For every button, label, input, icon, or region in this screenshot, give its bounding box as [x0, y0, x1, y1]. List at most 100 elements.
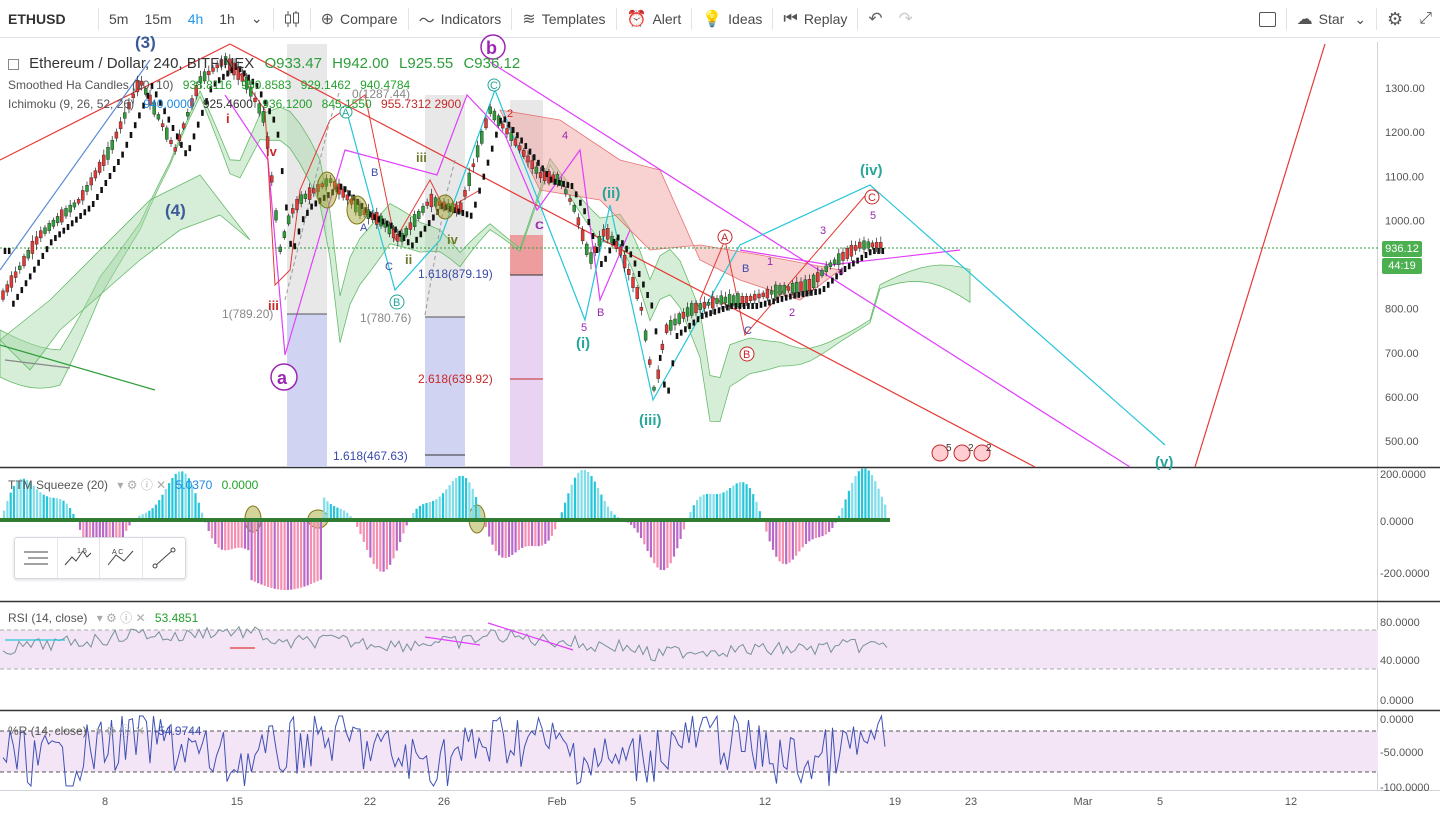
ha-candle — [486, 159, 490, 166]
wr-legend[interactable]: %R (14, close) ▾ ⚙ ⓘ ✕ -54.9744 — [8, 722, 202, 739]
ttm-bar — [745, 484, 748, 520]
time-tick-label: Feb — [548, 796, 567, 808]
candle-body — [681, 311, 686, 319]
ha-candle — [411, 242, 414, 249]
candle-body — [425, 201, 429, 206]
ichimoku-legend[interactable]: Ichimoku (9, 26, 52, 26) 940.0000 925.46… — [8, 97, 461, 111]
ha-candle — [654, 328, 658, 335]
ha-candle — [684, 326, 687, 333]
candle-body — [291, 208, 295, 214]
flag-label: 5 — [946, 443, 952, 454]
ttm-bar — [280, 520, 283, 590]
price-tick-label: 1200.00 — [1385, 127, 1425, 139]
candle-body — [816, 272, 820, 283]
ha-candle — [70, 220, 74, 227]
ttm-bar — [243, 520, 247, 549]
low-value: L925.55 — [399, 55, 454, 72]
ttm-bar — [52, 497, 55, 520]
ha-candle — [646, 292, 649, 298]
candle-body — [648, 359, 652, 365]
ha-candle — [856, 257, 859, 264]
ttm-bar — [534, 520, 537, 547]
candle-body — [55, 216, 60, 224]
time-axis: 8 15 22 26 Feb 5 12 19 23 Mar 5 12 — [102, 796, 1297, 808]
candle-body — [803, 279, 807, 293]
ha-candle — [511, 127, 515, 133]
ttm-bar — [570, 484, 573, 520]
candle-body — [568, 198, 572, 202]
candle-body — [282, 231, 287, 238]
candle-body — [530, 160, 534, 169]
candle-body — [866, 241, 870, 249]
ha-candle — [474, 201, 477, 208]
candle-body — [748, 295, 753, 301]
ha-candle — [507, 121, 511, 128]
ha-candle — [612, 239, 616, 245]
legend-collapse-icon[interactable] — [8, 58, 19, 70]
chart-canvas[interactable]: 1300.001200.001100.001000.00900.00800.00… — [0, 0, 1440, 813]
ha-candle — [415, 236, 418, 243]
ttm-bar — [329, 504, 332, 520]
oscillator-axis: 200.0000 0.0000 -200.0000 80.0000 40.0000 0.0… — [1380, 469, 1430, 794]
ha-candle — [751, 303, 754, 309]
ha-candle — [465, 211, 469, 218]
ha-candle — [793, 292, 796, 299]
wave-label: 4 — [838, 266, 844, 278]
ttm-bar — [646, 520, 649, 551]
price-tick-label: 700.00 — [1385, 348, 1419, 360]
ha-candle — [579, 199, 582, 206]
legend-settings-icons[interactable]: ▾ ⚙ ⓘ ✕ — [97, 611, 146, 625]
ttm-legend[interactable]: TTM Squeeze (20) ▾ ⚙ ⓘ ✕ 5.0370 0.0000 — [8, 476, 258, 493]
ha-legend[interactable]: Smoothed Ha Candles (10, 10) 938.8116 95… — [8, 78, 410, 92]
candle-body — [841, 251, 845, 261]
wave-label: B — [393, 297, 400, 309]
ttm-bar — [435, 499, 438, 520]
ha-candle — [390, 222, 393, 229]
ttm-bar — [498, 520, 501, 556]
candle-body — [673, 318, 677, 326]
legend-settings-icons[interactable]: ▾ ⚙ ⓘ ✕ — [96, 724, 145, 738]
ha-candle — [301, 216, 305, 223]
ha-candle — [747, 303, 750, 309]
ha-candle — [516, 132, 519, 139]
ha-candle — [369, 211, 372, 218]
oscillator-tick-label: -200.0000 — [1380, 568, 1430, 580]
ha-candle — [7, 248, 11, 254]
ha-candle — [478, 187, 481, 194]
candle-body — [723, 296, 728, 304]
trendline-tool[interactable] — [143, 538, 185, 578]
ttm-bar — [547, 520, 550, 541]
ttm-bar — [455, 477, 458, 520]
ttm-bar — [785, 520, 788, 565]
ttm-bar — [540, 520, 544, 546]
ichimoku-value: 955.7312 — [381, 97, 432, 111]
lines-icon — [23, 551, 48, 565]
ttm-bar — [283, 520, 286, 590]
fib-label: 1(789.20) — [222, 307, 273, 321]
candle-body — [769, 290, 774, 295]
oscillator-tick-label: 0.0000 — [1380, 714, 1414, 726]
drag-handle[interactable] — [15, 538, 58, 578]
elliott-correction-tool[interactable]: A C — [100, 538, 143, 578]
ttm-bar — [768, 520, 771, 542]
ttm-bar — [253, 520, 256, 582]
wave-label: B — [371, 167, 378, 179]
ttm-bar — [6, 500, 9, 520]
ha-value: 940.4784 — [360, 78, 411, 92]
wave-label: B — [742, 263, 749, 275]
ttm-bar — [230, 520, 233, 550]
rsi-legend[interactable]: RSI (14, close) ▾ ⚙ ⓘ ✕ 53.4851 — [8, 609, 198, 626]
ttm-bar — [712, 494, 715, 520]
candle-body — [102, 154, 106, 166]
ha-candle — [87, 205, 91, 212]
candle-body — [408, 222, 413, 230]
ttm-bar — [39, 492, 42, 520]
candle-body — [475, 145, 480, 158]
ha-candle — [600, 261, 603, 267]
legend-settings-icons[interactable]: ▾ ⚙ ⓘ ✕ — [117, 478, 166, 492]
candle-body — [828, 262, 833, 267]
ha-candle — [797, 291, 801, 298]
ha-candle — [713, 308, 717, 315]
ha-candle — [642, 281, 645, 288]
elliott-impulse-tool[interactable]: 1 5 — [58, 538, 100, 578]
